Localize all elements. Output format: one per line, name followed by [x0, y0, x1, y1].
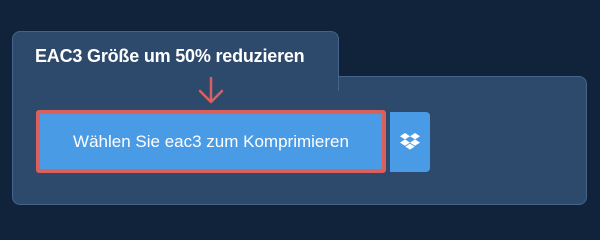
choose-file-button-label: Wählen Sie eac3 zum Komprimieren [73, 131, 349, 151]
card-tab-title: EAC3 Größe um 50% reduzieren [35, 46, 305, 66]
arrow-down-icon [198, 76, 224, 104]
card-tab: EAC3 Größe um 50% reduzieren [12, 31, 339, 91]
dropbox-button[interactable] [390, 112, 430, 172]
choose-file-button[interactable]: Wählen Sie eac3 zum Komprimieren [36, 110, 386, 173]
dropbox-icon [400, 133, 420, 150]
